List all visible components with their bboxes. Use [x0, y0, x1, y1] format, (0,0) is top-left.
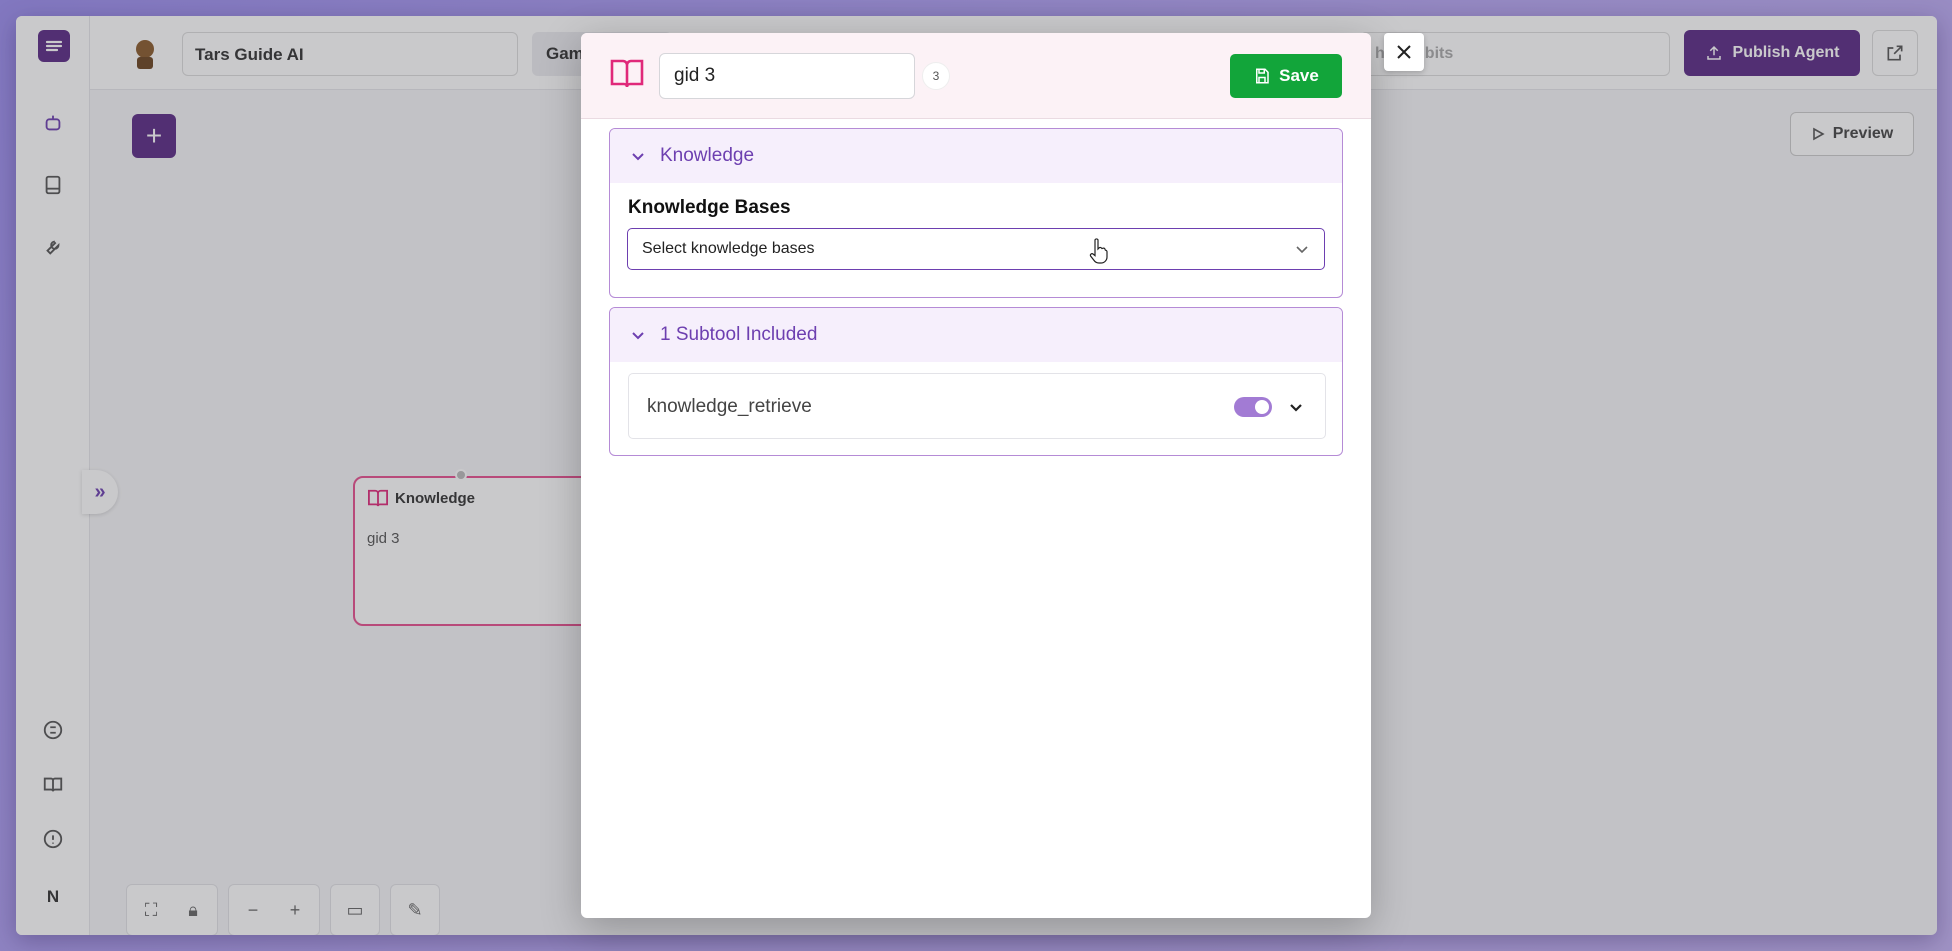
modal-header: gid 3 3 Save — [581, 33, 1371, 119]
count-badge: 3 — [922, 62, 950, 90]
chevron-down-icon[interactable] — [1288, 399, 1304, 415]
close-icon — [1397, 45, 1411, 59]
subtools-section: 1 Subtool Included knowledge_retrieve — [609, 307, 1343, 456]
knowledge-section-title: Knowledge — [660, 145, 755, 166]
subtool-row: knowledge_retrieve — [628, 373, 1326, 439]
hand-cursor-icon — [1089, 238, 1108, 264]
chevron-down-icon — [1296, 246, 1308, 254]
subtools-section-title: 1 Subtool Included — [660, 324, 818, 345]
subtool-toggle[interactable] — [1234, 397, 1272, 417]
subtools-section-header[interactable]: 1 Subtool Included — [610, 308, 1342, 362]
chevron-down-icon — [632, 153, 644, 161]
toggle-knob — [1255, 400, 1269, 414]
save-button[interactable]: Save — [1230, 54, 1342, 98]
knowledge-bases-select[interactable]: Select knowledge bases — [627, 228, 1325, 270]
knowledge-bases-label: Knowledge Bases — [628, 197, 791, 218]
knowledge-tool-modal: gid 3 3 Save Knowledge Knowledge Bases S… — [581, 33, 1371, 918]
save-label: Save — [1279, 66, 1319, 85]
knowledge-section: Knowledge Knowledge Bases Select knowled… — [609, 128, 1343, 298]
chevron-down-icon — [632, 332, 644, 340]
tool-name-input[interactable]: gid 3 — [659, 53, 915, 99]
knowledge-section-header[interactable]: Knowledge — [610, 129, 1342, 183]
subtool-name: knowledge_retrieve — [647, 396, 812, 417]
close-modal-button[interactable] — [1384, 33, 1424, 71]
book-icon — [610, 59, 644, 88]
select-placeholder: Select knowledge bases — [642, 240, 815, 257]
save-icon — [1256, 68, 1269, 84]
